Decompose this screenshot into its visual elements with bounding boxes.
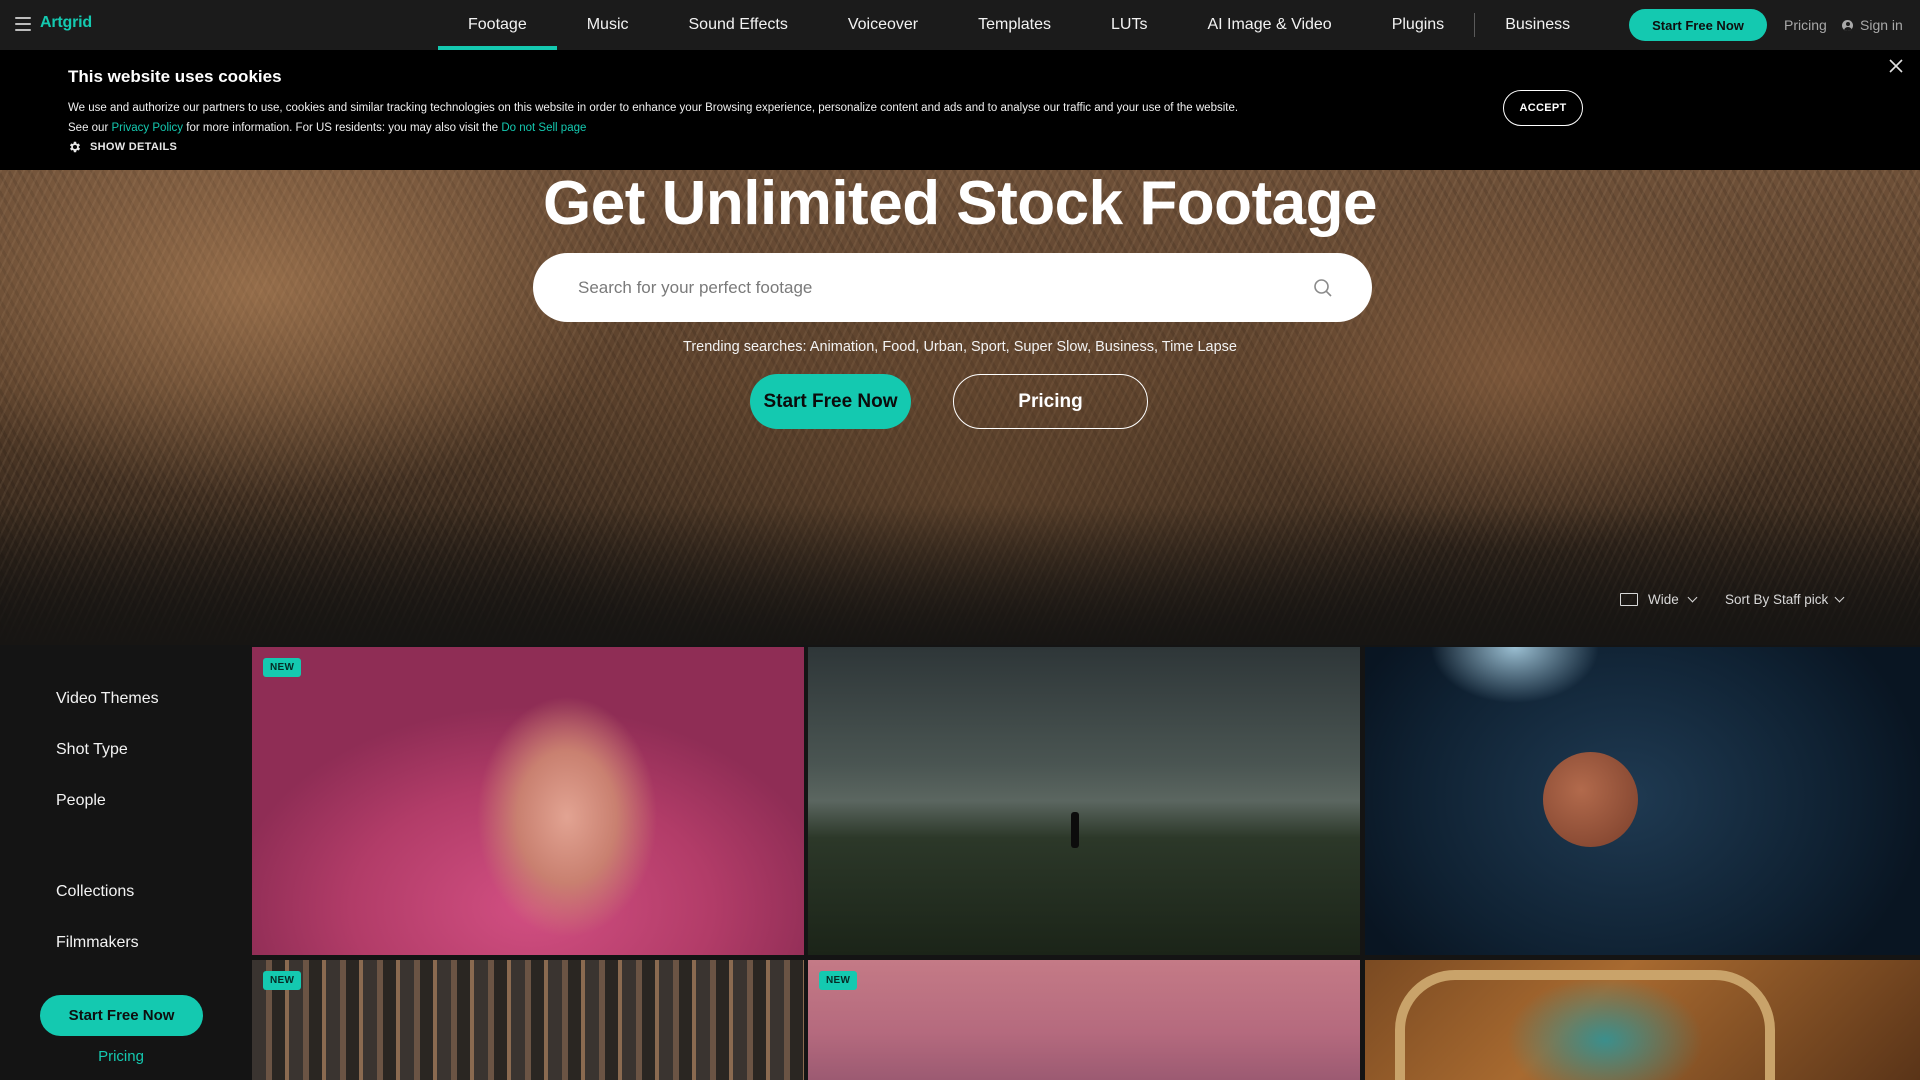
- nav-voiceover[interactable]: Voiceover: [818, 0, 948, 50]
- cookie-title: This website uses cookies: [68, 67, 282, 86]
- do-not-sell-link[interactable]: Do not Sell page: [501, 122, 586, 134]
- hero-pricing-button[interactable]: Pricing: [953, 374, 1148, 429]
- car-window-frame: [1395, 970, 1775, 1080]
- cookie-text: We use and authorize our partners to use…: [68, 98, 1248, 138]
- sign-in-link[interactable]: Sign in: [1842, 17, 1903, 33]
- nav-plugins[interactable]: Plugins: [1362, 0, 1474, 50]
- chevron-down-icon: [1834, 592, 1845, 603]
- nav-luts[interactable]: LUTs: [1081, 0, 1177, 50]
- cookie-banner: This website uses cookies We use and aut…: [0, 50, 1920, 170]
- sidebar-pricing-link[interactable]: Pricing: [0, 1048, 242, 1065]
- hero-fade: [0, 505, 1920, 645]
- nav-start-free-button[interactable]: Start Free Now: [1629, 9, 1767, 41]
- nav-business[interactable]: Business: [1475, 0, 1570, 50]
- wide-layout-icon: [1620, 593, 1638, 606]
- video-thumbnail[interactable]: [808, 647, 1360, 955]
- menu-icon[interactable]: [15, 17, 31, 31]
- video-thumbnail[interactable]: NEW: [252, 960, 804, 1080]
- new-badge: NEW: [819, 971, 858, 990]
- cookie-text-part-2: for more information. For US residents: …: [183, 122, 502, 134]
- layout-label: Wide: [1648, 592, 1679, 607]
- sidebar-item-shot-type[interactable]: Shot Type: [56, 741, 128, 759]
- sidebar-start-free-button[interactable]: Start Free Now: [40, 995, 203, 1036]
- show-details-label: SHOW DETAILS: [90, 141, 178, 153]
- sign-in-label: Sign in: [1860, 17, 1903, 33]
- sidebar-item-video-themes[interactable]: Video Themes: [56, 690, 159, 708]
- nav-music[interactable]: Music: [557, 0, 659, 50]
- user-icon: [1842, 19, 1853, 31]
- sidebar-item-people[interactable]: People: [56, 792, 106, 810]
- layout-selector[interactable]: Wide: [1620, 592, 1698, 607]
- top-nav: Artgrid Footage Music Sound Effects Voic…: [0, 0, 1920, 50]
- new-badge: NEW: [263, 971, 302, 990]
- sort-label: Sort By Staff pick: [1725, 592, 1829, 607]
- search-bar[interactable]: [533, 253, 1372, 322]
- nav-ai-image-video[interactable]: AI Image & Video: [1177, 0, 1361, 50]
- hero-title: Get Unlimited Stock Footage: [543, 169, 1377, 238]
- accept-cookies-button[interactable]: ACCEPT: [1503, 90, 1583, 126]
- sidebar-item-collections[interactable]: Collections: [56, 883, 134, 901]
- search-icon[interactable]: [1313, 278, 1333, 298]
- figure-silhouette: [1071, 812, 1079, 848]
- nav-pricing-link[interactable]: Pricing: [1784, 17, 1827, 33]
- main-nav-links: Footage Music Sound Effects Voiceover Te…: [438, 0, 1570, 50]
- basketball: [1543, 752, 1638, 847]
- sort-selector[interactable]: Sort By Staff pick: [1725, 592, 1845, 607]
- privacy-policy-link[interactable]: Privacy Policy: [111, 122, 183, 134]
- search-input[interactable]: [578, 253, 1298, 322]
- logo[interactable]: Artgrid: [40, 14, 92, 32]
- close-icon[interactable]: [1889, 59, 1903, 73]
- show-details-button[interactable]: SHOW DETAILS: [68, 140, 177, 154]
- sidebar: Video Themes Shot Type People Collection…: [0, 645, 250, 1080]
- sidebar-item-filmmakers[interactable]: Filmmakers: [56, 934, 139, 952]
- nav-sound-effects[interactable]: Sound Effects: [659, 0, 818, 50]
- new-badge: NEW: [263, 658, 302, 677]
- video-thumbnail[interactable]: NEW: [808, 960, 1360, 1080]
- trending-searches: Trending searches: Animation, Food, Urba…: [683, 339, 1237, 355]
- video-thumbnail[interactable]: [1365, 647, 1920, 955]
- nav-footage[interactable]: Footage: [438, 0, 557, 50]
- video-thumbnail[interactable]: NEW: [252, 647, 804, 955]
- video-thumbnail[interactable]: [1365, 960, 1920, 1080]
- nav-templates[interactable]: Templates: [948, 0, 1081, 50]
- gear-icon: [69, 141, 81, 153]
- hero-start-free-button[interactable]: Start Free Now: [750, 374, 911, 429]
- chevron-down-icon: [1687, 592, 1698, 603]
